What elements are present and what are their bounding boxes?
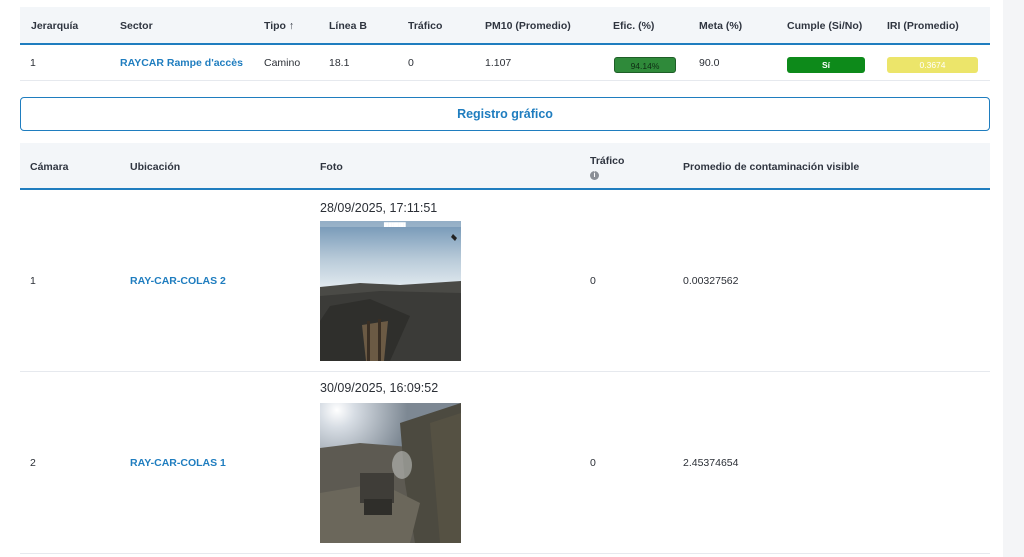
cell-pm10: 1.107 (485, 57, 512, 69)
header-linea-b[interactable]: Línea B (329, 20, 367, 32)
header-pm10[interactable]: PM10 (Promedio) (485, 20, 571, 32)
cell-promedio: 2.45374654 (683, 457, 739, 469)
header-trafico[interactable]: Tráfico (408, 20, 442, 32)
header-promedio[interactable]: Promedio de contaminación visible (683, 161, 859, 173)
cell-meta: 90.0 (699, 57, 720, 69)
header-tipo-label: Tipo (264, 20, 286, 32)
cell-trafico-cam: 0 (590, 457, 596, 469)
header-sector[interactable]: Sector (120, 20, 153, 32)
summary-table-header: Jerarquía Sector Tipo ↑ Línea B Tráfico … (20, 7, 990, 45)
camera-photo[interactable] (320, 403, 461, 543)
camera-photo[interactable]: █████████ (320, 221, 461, 361)
iri-badge: 0.3674 (887, 57, 978, 73)
cell-promedio: 0.00327562 (683, 275, 739, 287)
ubicacion-link[interactable]: RAY-CAR-COLAS 1 (130, 457, 226, 469)
cell-camara: 1 (30, 275, 36, 287)
registro-grafico-button[interactable]: Registro gráfico (20, 97, 990, 131)
camera-row: 2 RAY-CAR-COLAS 1 30/09/2025, 16:09:52 0… (20, 372, 990, 554)
cell-trafico-cam: 0 (590, 275, 596, 287)
camera-table-header: Cámara Ubicación Foto Tráfico i Promedio… (20, 143, 990, 190)
svg-text:█████████: █████████ (383, 222, 406, 227)
cell-linea-b: 18.1 (329, 57, 350, 69)
header-trafico-cam[interactable]: Tráfico (590, 155, 624, 167)
page: Jerarquía Sector Tipo ↑ Línea B Tráfico … (0, 0, 1024, 557)
header-ubicacion[interactable]: Ubicación (130, 161, 180, 173)
photo-timestamp: 28/09/2025, 17:11:51 (320, 201, 438, 215)
header-tipo[interactable]: Tipo ↑ (264, 20, 294, 32)
summary-table-row: 1 RAYCAR Rampe d'accès Camino 18.1 0 1.1… (20, 46, 990, 81)
page-scrollbar[interactable] (1003, 0, 1024, 557)
photo-timestamp: 30/09/2025, 16:09:52 (320, 381, 439, 395)
cell-jerarquia: 1 (30, 57, 36, 69)
ubicacion-link[interactable]: RAY-CAR-COLAS 2 (130, 275, 226, 287)
header-efic[interactable]: Efic. (%) (613, 20, 654, 32)
info-icon[interactable]: i (590, 171, 599, 180)
camera-row: 1 RAY-CAR-COLAS 2 28/09/2025, 17:11:51 █… (20, 190, 990, 372)
cumple-badge: Sí (787, 57, 865, 73)
header-cumple[interactable]: Cumple (Si/No) (787, 20, 862, 32)
efic-badge: 94.14% (614, 57, 676, 73)
header-foto[interactable]: Foto (320, 161, 343, 173)
header-camara[interactable]: Cámara (30, 161, 69, 173)
header-meta[interactable]: Meta (%) (699, 20, 742, 32)
sort-ascending-icon: ↑ (288, 20, 295, 32)
header-iri[interactable]: IRI (Promedio) (887, 20, 959, 32)
cell-trafico: 0 (408, 57, 414, 69)
header-jerarquia[interactable]: Jerarquía (31, 20, 78, 32)
cell-camara: 2 (30, 457, 36, 469)
content-card: Jerarquía Sector Tipo ↑ Línea B Tráfico … (0, 0, 1003, 557)
cell-tipo: Camino (264, 57, 301, 69)
sector-link[interactable]: RAYCAR Rampe d'accès (120, 57, 243, 69)
